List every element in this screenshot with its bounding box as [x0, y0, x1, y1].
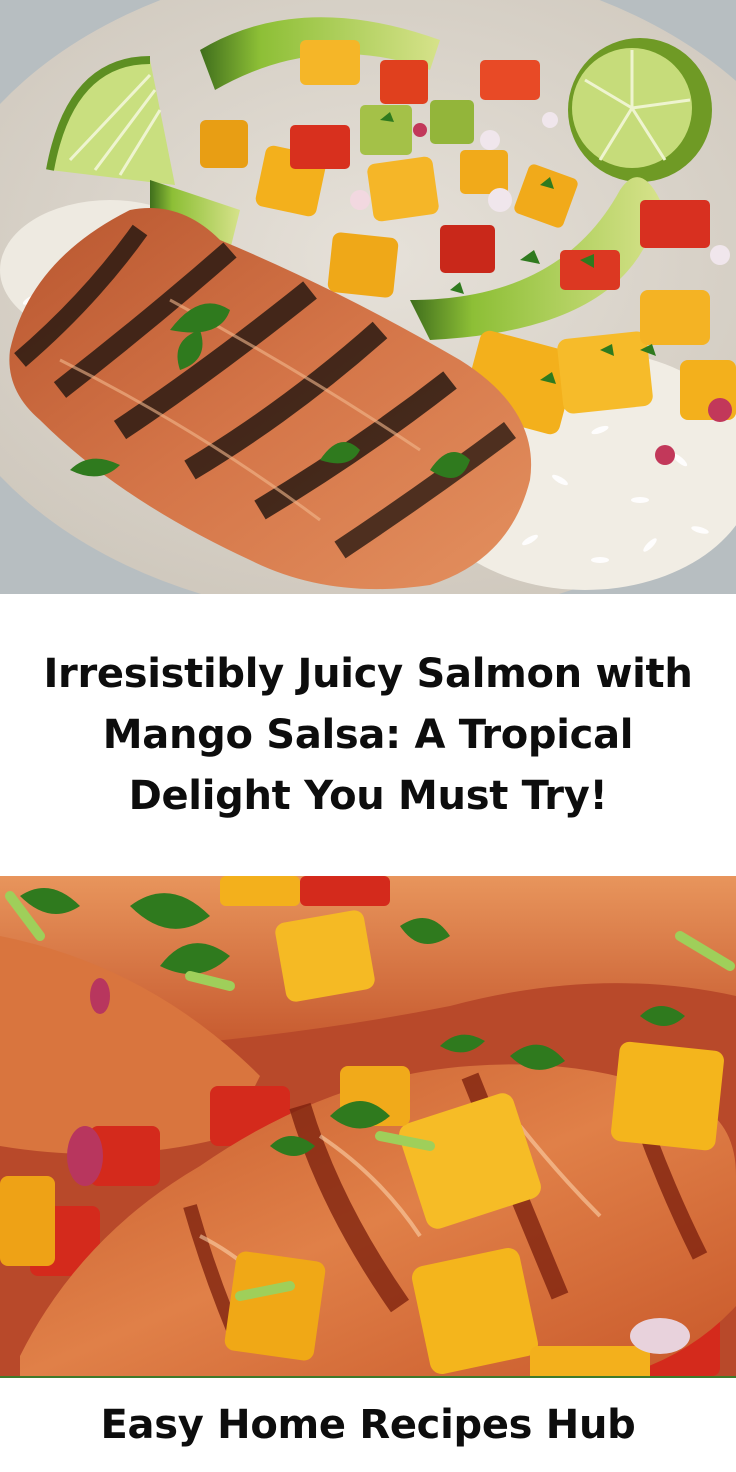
footer: Easy Home Recipes Hub	[0, 1378, 736, 1472]
lime-wedge-right	[568, 38, 712, 182]
bottom-food-photo[interactable]	[0, 876, 736, 1377]
recipe-pin: Irresistibly Juicy Salmon with Mango Sal…	[0, 0, 736, 1472]
recipe-title: Irresistibly Juicy Salmon with Mango Sal…	[43, 650, 693, 819]
brand-name[interactable]: Easy Home Recipes Hub	[101, 1402, 636, 1448]
title-band: Irresistibly Juicy Salmon with Mango Sal…	[0, 594, 736, 876]
top-food-photo[interactable]	[0, 0, 736, 594]
